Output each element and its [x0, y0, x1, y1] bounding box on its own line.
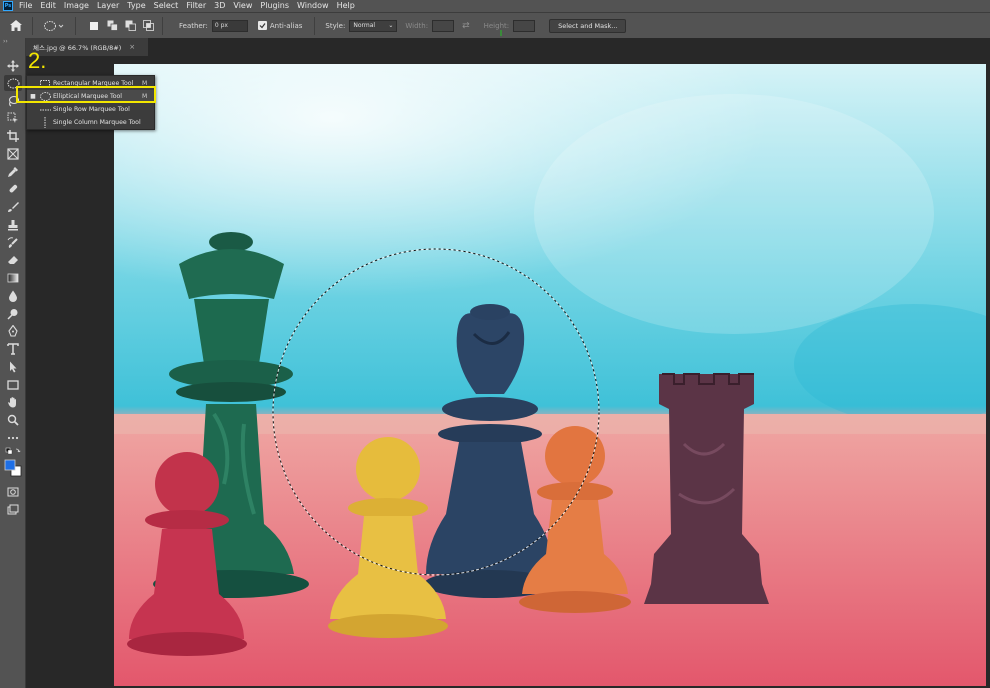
path-selection-tool-icon[interactable] — [4, 359, 22, 375]
subtract-from-selection-icon[interactable] — [124, 20, 136, 32]
options-divider — [32, 16, 33, 35]
frame-tool-icon[interactable] — [4, 146, 22, 162]
rectangle-tool-icon[interactable] — [4, 377, 22, 393]
column-marquee-icon — [39, 117, 51, 128]
flyout-item-single-row-marquee[interactable]: Single Row Marquee Tool — [27, 103, 154, 116]
history-brush-tool-icon[interactable] — [4, 235, 22, 251]
menu-bar: Ps File Edit Image Layer Type Select Fil… — [0, 0, 990, 12]
menu-help[interactable]: Help — [337, 0, 355, 12]
row-marquee-icon — [39, 105, 51, 115]
move-tool-icon[interactable] — [4, 58, 22, 74]
dodge-tool-icon[interactable] — [4, 306, 22, 322]
options-divider — [75, 16, 76, 35]
menu-3d[interactable]: 3D — [214, 0, 225, 12]
menu-file[interactable]: File — [19, 0, 32, 12]
feather-input[interactable]: 0 px — [211, 19, 248, 32]
menu-edit[interactable]: Edit — [40, 0, 56, 12]
photoshop-window: Ps File Edit Image Layer Type Select Fil… — [0, 0, 990, 688]
chevron-down-icon: ⌄ — [388, 21, 394, 29]
type-tool-icon[interactable] — [4, 341, 22, 357]
intersect-selection-icon[interactable] — [142, 20, 154, 32]
toolbox: ›› — [0, 38, 26, 688]
width-input[interactable] — [432, 19, 455, 32]
menu-image[interactable]: Image — [64, 0, 89, 12]
style-label: Style: — [325, 21, 346, 30]
pen-tool-icon[interactable] — [4, 323, 22, 339]
menu-type[interactable]: Type — [127, 0, 145, 12]
options-divider — [314, 16, 316, 35]
swap-width-height-icon[interactable]: ⇄ — [462, 21, 470, 31]
select-and-mask-button[interactable]: Select and Mask... — [549, 18, 627, 33]
status-marker — [500, 30, 502, 36]
selection-mode-group — [88, 20, 154, 32]
antialias-checkbox[interactable] — [257, 21, 267, 30]
object-selection-tool-icon[interactable] — [4, 110, 22, 126]
menu-window[interactable]: Window — [297, 0, 329, 12]
hand-tool-icon[interactable] — [4, 394, 22, 410]
tutorial-highlight-box — [16, 86, 156, 103]
flyout-item-single-column-marquee[interactable]: Single Column Marquee Tool — [27, 116, 154, 129]
feather-label: Feather: — [179, 21, 208, 30]
document-tab-bar: 체스.jpg @ 66.7% (RGB/8#) × — [26, 38, 990, 56]
tool-preset-picker[interactable] — [41, 18, 67, 34]
style-select-value: Normal — [353, 21, 376, 29]
menu-layer[interactable]: Layer — [97, 0, 119, 12]
height-label: Height: — [483, 21, 510, 30]
home-icon[interactable] — [8, 18, 24, 34]
brush-tool-icon[interactable] — [4, 199, 22, 215]
toolbox-collapse-icon[interactable]: ›› — [3, 38, 8, 45]
menu-plugins[interactable]: Plugins — [260, 0, 289, 12]
ps-logo-icon[interactable]: Ps — [3, 1, 13, 11]
menu-select[interactable]: Select — [154, 0, 179, 12]
flyout-item-label: Single Row Marquee Tool — [53, 106, 130, 113]
gradient-tool-icon[interactable] — [4, 270, 22, 286]
eraser-tool-icon[interactable] — [4, 252, 22, 268]
menu-view[interactable]: View — [233, 0, 252, 12]
foreground-color-swatch — [4, 459, 16, 471]
antialias-label: Anti-alias — [269, 21, 303, 30]
blur-tool-icon[interactable] — [4, 288, 22, 304]
screen-mode-icon[interactable] — [4, 502, 22, 518]
options-divider — [162, 16, 163, 35]
crop-tool-icon[interactable] — [4, 128, 22, 144]
clone-stamp-tool-icon[interactable] — [4, 217, 22, 233]
width-label: Width: — [405, 21, 429, 30]
healing-brush-tool-icon[interactable] — [4, 181, 22, 197]
quick-mask-icon[interactable] — [4, 484, 22, 500]
eyedropper-tool-icon[interactable] — [4, 164, 22, 180]
tutorial-step-label: 2. — [28, 48, 47, 73]
menu-filter[interactable]: Filter — [186, 0, 206, 12]
color-swatches[interactable] — [4, 458, 22, 480]
height-input[interactable] — [513, 19, 536, 32]
style-select[interactable]: Normal ⌄ — [349, 19, 398, 32]
new-selection-icon[interactable] — [88, 20, 100, 32]
chess-photo[interactable] — [114, 64, 986, 686]
zoom-tool-icon[interactable] — [4, 412, 22, 428]
add-to-selection-icon[interactable] — [106, 20, 118, 32]
close-icon[interactable]: × — [129, 43, 135, 51]
flyout-item-label: Single Column Marquee Tool — [53, 119, 141, 126]
options-bar: Feather: 0 px Anti-alias Style: Normal ⌄… — [0, 12, 990, 38]
